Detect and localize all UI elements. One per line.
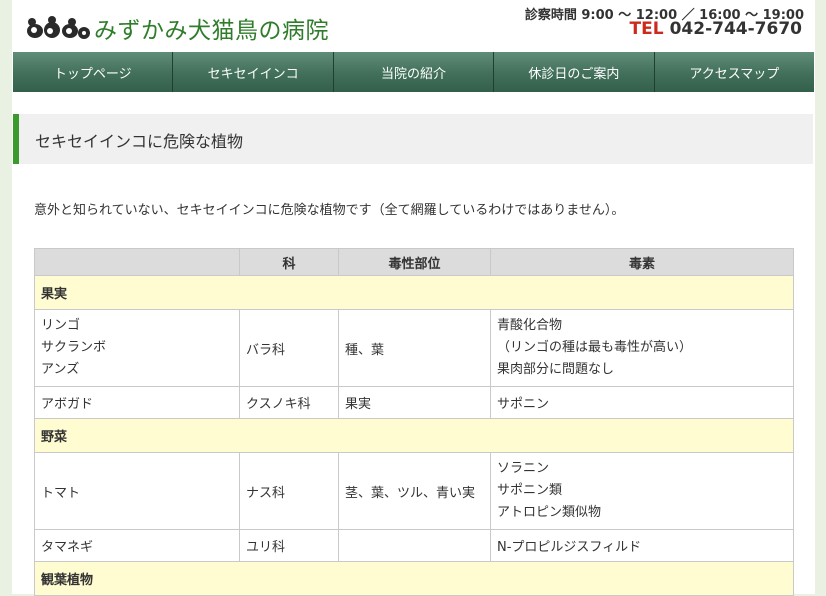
toxin-cell: ソラニン サポニン類 アトロピン類似物 <box>490 452 794 530</box>
plant-names-cell: トマト <box>34 452 240 530</box>
toxic-plants-table: 科 毒性部位 毒素 果実 リンゴ サクランボ アンズ バラ科 種、葉 青酸化合物… <box>34 248 794 596</box>
nav-item-budgerigar[interactable]: セキセイインコ <box>173 52 334 92</box>
table-header-row: 科 毒性部位 毒素 <box>34 248 794 276</box>
family-cell: クスノキ科 <box>239 386 339 419</box>
toxin-cell: N-プロピルジスフィルド <box>490 529 794 562</box>
toxic-part-cell: 茎、葉、ツル、青い実 <box>338 452 491 530</box>
nav-item-about[interactable]: 当院の紹介 <box>333 52 495 92</box>
toxin-line: アトロピン類似物 <box>497 505 602 520</box>
family-cell: バラ科 <box>239 309 339 387</box>
plant-name: アンズ <box>41 362 80 377</box>
plant-names-cell: タマネギ <box>34 529 240 562</box>
column-header-family: 科 <box>239 248 339 276</box>
plant-name: リンゴ <box>41 318 81 333</box>
main-nav: トップページ セキセイインコ 当院の紹介 休診日のご案内 アクセスマップ <box>13 52 815 92</box>
toxin-line: 青酸化合物 <box>497 318 563 333</box>
column-header-toxic-part: 毒性部位 <box>338 248 491 276</box>
table-row: アボガド クスノキ科 果実 サポニン <box>34 386 794 419</box>
plant-name: サクランボ <box>41 340 107 355</box>
phone-number: TEL 042-744-7670 <box>630 19 802 39</box>
toxic-part-cell <box>338 529 491 562</box>
animals-logo-icon[interactable] <box>25 13 91 43</box>
category-label: 野菜 <box>34 418 794 453</box>
toxin-cell: 青酸化合物 （リンゴの種は最も毒性が高い） 果肉部分に問題なし <box>490 309 794 387</box>
category-row: 果実 <box>34 275 794 310</box>
nav-item-holidays[interactable]: 休診日のご案内 <box>494 52 655 92</box>
toxin-cell: サポニン <box>490 386 794 419</box>
family-cell: ユリ科 <box>239 529 339 562</box>
heading-accent <box>13 114 19 164</box>
page-title: セキセイインコに危険な植物 <box>35 132 244 151</box>
nav-item-access[interactable]: アクセスマップ <box>654 52 815 92</box>
column-header-toxin: 毒素 <box>490 248 794 276</box>
category-label: 果実 <box>34 275 794 310</box>
toxic-part-cell: 種、葉 <box>338 309 491 387</box>
category-row: 野菜 <box>34 418 794 453</box>
family-cell: ナス科 <box>239 452 339 530</box>
toxin-line: ソラニン <box>497 461 550 476</box>
tel-label: TEL <box>629 19 664 39</box>
nav-item-top[interactable]: トップページ <box>13 52 174 92</box>
toxin-line: （リンゴの種は最も毒性が高い） <box>497 340 693 355</box>
category-label: 観葉植物 <box>34 561 794 596</box>
table-row: トマト ナス科 茎、葉、ツル、青い実 ソラニン サポニン類 アトロピン類似物 <box>34 452 794 530</box>
plant-names-cell: アボガド <box>34 386 240 419</box>
intro-text: 意外と知られていない、セキセイインコに危険な植物です（全て網羅しているわけではあ… <box>34 203 625 218</box>
toxin-line: 果肉部分に問題なし <box>497 362 615 377</box>
tel-number: 042-744-7670 <box>669 19 802 39</box>
toxic-part-cell: 果実 <box>338 386 491 419</box>
table-row: タマネギ ユリ科 N-プロピルジスフィルド <box>34 529 794 562</box>
category-row: 観葉植物 <box>34 561 794 596</box>
column-header-plant <box>34 248 240 276</box>
site-title[interactable]: みずかみ犬猫鳥の病院 <box>94 11 329 45</box>
toxin-line: サポニン類 <box>497 483 563 498</box>
site-header: みずかみ犬猫鳥の病院 診察時間 9:00 〜 12:00 ／ 16:00 〜 1… <box>12 0 815 50</box>
page-container: みずかみ犬猫鳥の病院 診察時間 9:00 〜 12:00 ／ 16:00 〜 1… <box>12 0 815 596</box>
plant-names-cell: リンゴ サクランボ アンズ <box>34 309 240 387</box>
page-heading-bar: セキセイインコに危険な植物 <box>13 114 813 164</box>
table-row: リンゴ サクランボ アンズ バラ科 種、葉 青酸化合物 （リンゴの種は最も毒性が… <box>34 309 794 387</box>
